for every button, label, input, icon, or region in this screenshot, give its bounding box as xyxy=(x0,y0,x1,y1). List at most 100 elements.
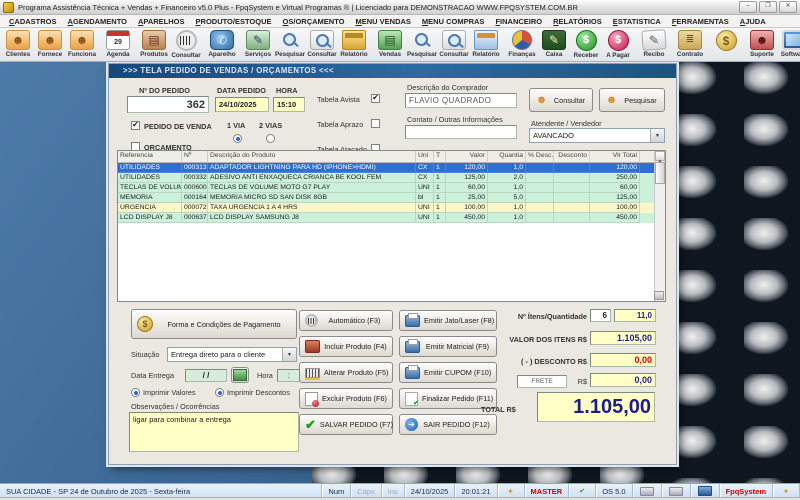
table-cell[interactable]: 000313 xyxy=(182,163,208,173)
table-cell[interactable]: MEMORIA MICRO SD SAN DISK 8GB xyxy=(208,193,416,203)
coins-toolbar-button[interactable]: $ xyxy=(710,29,742,60)
table-cell[interactable] xyxy=(554,193,590,203)
table-row[interactable]: URGENCIA000072TAXA URGENCIA 1 A 4 HRSUNI… xyxy=(118,203,665,213)
table-cell[interactable]: UNI xyxy=(416,213,434,223)
table-cell[interactable]: 5,0 xyxy=(488,193,526,203)
table-cell[interactable]: 000072 xyxy=(182,203,208,213)
table-cell[interactable]: UTILIDADES xyxy=(118,163,182,173)
calendar-button[interactable] xyxy=(231,367,249,383)
table-scrollbar[interactable] xyxy=(654,151,665,301)
table-cell[interactable]: CX xyxy=(416,163,434,173)
table-cell[interactable] xyxy=(526,173,554,183)
finan-as-toolbar-button[interactable]: Finanças xyxy=(506,29,538,60)
fornece-toolbar-button[interactable]: ☻Fornece xyxy=(34,29,66,60)
menu-item-cadastros[interactable]: CADASTROS xyxy=(4,16,62,27)
menu-item-agendamento[interactable]: AGENDAMENTO xyxy=(63,16,132,27)
table-cell[interactable]: 60,00 xyxy=(590,183,640,193)
table-cell[interactable]: 1,0 xyxy=(488,213,526,223)
consultar-toolbar-button[interactable]: Consultar xyxy=(170,29,202,60)
table-cell[interactable]: 000332 xyxy=(182,173,208,183)
menu-item-relat-rios[interactable]: RELATÓRIOS xyxy=(548,16,607,27)
table-cell[interactable]: UNI xyxy=(416,203,434,213)
table-cell[interactable]: ADESIVO ANTI ENXAQUECA CRIANCA BE KOOL F… xyxy=(208,173,416,183)
table-cell[interactable]: 000600 xyxy=(182,183,208,193)
table-cell[interactable]: 1 xyxy=(434,183,446,193)
table-cell[interactable]: 1,0 xyxy=(488,163,526,173)
table-cell[interactable] xyxy=(554,203,590,213)
receber-toolbar-button[interactable]: $Receber xyxy=(570,29,602,60)
pesquisar-toolbar-button[interactable]: Pesquisar xyxy=(406,29,438,60)
table-cell[interactable]: TECLAS DE VOLUME MOTO G7 PLAY xyxy=(208,183,416,193)
table-cell[interactable] xyxy=(554,173,590,183)
salesperson-select[interactable]: AVANCADO xyxy=(529,128,665,143)
contrato-toolbar-button[interactable]: ≣Contrato xyxy=(674,29,706,60)
table-cell[interactable]: LCD DISPLAY J8 xyxy=(118,213,182,223)
table-cell[interactable]: 1 xyxy=(434,163,446,173)
column-header-desconto[interactable]: Desconto xyxy=(554,151,590,162)
menu-item-menu-compras[interactable]: MENU COMPRAS xyxy=(417,16,490,27)
menu-item-aparelhos[interactable]: APARELHOS xyxy=(133,16,190,27)
order-date-field[interactable]: 24/10/2025 xyxy=(215,97,269,112)
menu-item-os-or-amento[interactable]: OS/ORÇAMENTO xyxy=(278,16,350,27)
sair-pedido-f12-button[interactable]: ➜SAIR PEDIDO (F12) xyxy=(399,414,497,435)
consultar-toolbar-button[interactable]: Consultar xyxy=(306,29,338,60)
table-cell[interactable]: CX xyxy=(416,173,434,183)
table-cell[interactable] xyxy=(526,213,554,223)
table-row[interactable]: UTILIDADES000313ADAPTADOR LIGHTNING PARA… xyxy=(118,163,665,173)
recibo-toolbar-button[interactable]: ✎Recibo xyxy=(638,29,670,60)
salvar-pedido-f7-button[interactable]: ✔SALVAR PEDIDO (F7) xyxy=(299,414,393,435)
table-cell[interactable]: 250,00 xyxy=(590,173,640,183)
table-cell[interactable]: 100,00 xyxy=(590,203,640,213)
table-cell[interactable]: 125,00 xyxy=(446,173,488,183)
table-cell[interactable]: 450,00 xyxy=(446,213,488,223)
search-customer-button[interactable]: ☻ Pesquisar xyxy=(599,88,665,112)
menu-item-menu-vendas[interactable]: MENU VENDAS xyxy=(350,16,415,27)
vendas-toolbar-button[interactable]: ▤Vendas xyxy=(374,29,406,60)
column-header-t[interactable]: T xyxy=(434,151,446,162)
table-cell[interactable]: UNI xyxy=(416,183,434,193)
print-discounts-radio[interactable] xyxy=(215,388,224,397)
price-table-cash-checkbox[interactable] xyxy=(371,94,380,103)
table-cell[interactable]: LCD DISPLAY SAMSUNG J8 xyxy=(208,213,416,223)
table-cell[interactable]: 60,00 xyxy=(446,183,488,193)
table-row[interactable]: UTILIDADES000332ADESIVO ANTI ENXAQUECA C… xyxy=(118,173,665,183)
minimize-button[interactable]: – xyxy=(739,1,757,13)
table-cell[interactable]: 450,00 xyxy=(590,213,640,223)
alterar-produto-f5-button[interactable]: Alterar Produto (F5) xyxy=(299,362,393,383)
suporte-toolbar-button[interactable]: ☻Suporte xyxy=(746,29,778,60)
order-time-field[interactable]: 15:10 xyxy=(273,97,305,112)
salesperson-dropdown-arrow[interactable] xyxy=(650,129,664,142)
consultar-toolbar-button[interactable]: Consultar xyxy=(438,29,470,60)
close-button[interactable]: ✕ xyxy=(779,1,797,13)
table-cell[interactable] xyxy=(526,193,554,203)
produtos-toolbar-button[interactable]: ▤Produtos xyxy=(138,29,170,60)
column-header-valor[interactable]: Valor xyxy=(446,151,488,162)
table-cell[interactable]: 100,00 xyxy=(446,203,488,213)
pesquisar-toolbar-button[interactable]: Pesquisar xyxy=(274,29,306,60)
incluir-produto-f4-button[interactable]: Incluir Produto (F4) xyxy=(299,336,393,357)
column-header-quantia[interactable]: Quantia xyxy=(488,151,526,162)
table-cell[interactable]: 1 xyxy=(434,173,446,183)
table-cell[interactable]: 120,00 xyxy=(446,163,488,173)
relat-rio-toolbar-button[interactable]: Relatório xyxy=(338,29,370,60)
payment-terms-button[interactable]: $ Forma e Condições de Pagamento xyxy=(131,309,297,339)
emitir-matricial-f9-button[interactable]: Emitir Matricial (F9) xyxy=(399,336,497,357)
notes-textarea[interactable]: ligar para combinar a entrega xyxy=(129,412,299,452)
column-header-n[interactable]: Nº xyxy=(182,151,208,162)
table-cell[interactable] xyxy=(554,213,590,223)
restore-button[interactable]: ❐ xyxy=(759,1,777,13)
two-copies-radio[interactable] xyxy=(266,134,275,143)
buyer-field[interactable]: FLAVIO QUADRADO xyxy=(405,93,517,108)
one-copy-radio[interactable] xyxy=(233,134,242,143)
menu-item-ajuda[interactable]: AJUDA xyxy=(735,16,771,27)
scroll-thumb[interactable] xyxy=(655,162,665,184)
column-header-desc[interactable]: % Desc. xyxy=(526,151,554,162)
excluir-produto-f6-button[interactable]: Excluir Produto (F6) xyxy=(299,388,393,409)
freight-field[interactable]: 0,00 xyxy=(590,373,656,387)
menu-item-produto-estoque[interactable]: PRODUTO/ESTOQUE xyxy=(191,16,277,27)
servi-os-toolbar-button[interactable]: ✎Serviços xyxy=(242,29,274,60)
table-cell[interactable]: 120,00 xyxy=(590,163,640,173)
consult-customer-button[interactable]: ☻ Consultar xyxy=(529,88,593,112)
clientes-toolbar-button[interactable]: ☻Clientes xyxy=(2,29,34,60)
delivery-date-field[interactable]: / / xyxy=(185,369,227,382)
